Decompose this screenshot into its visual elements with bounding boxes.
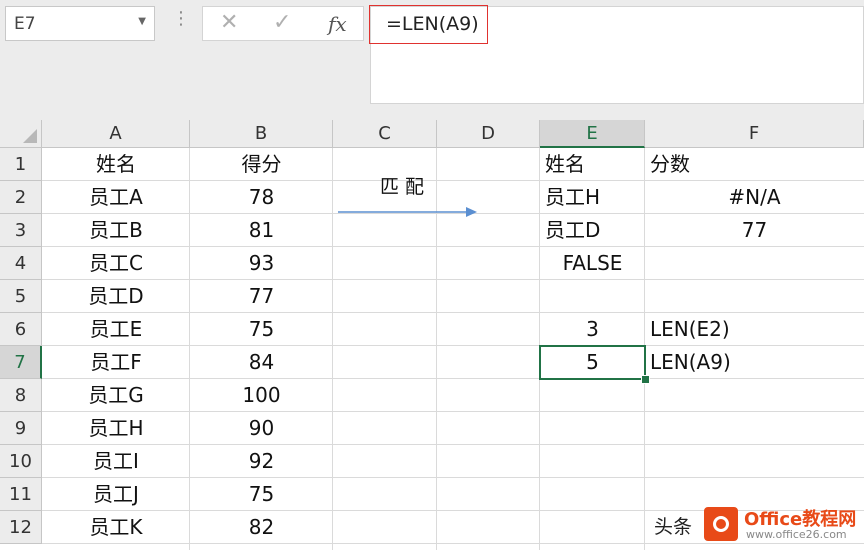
cell-e2[interactable]: 员工H — [540, 181, 645, 214]
formula-bar: E7 ▼ ⋮ ✕ ✓ fx =LEN(A9) — [0, 0, 864, 120]
watermark: 头条 Office教程网 www.office26.com — [650, 503, 864, 547]
cell-b8[interactable]: 100 — [190, 379, 333, 412]
row-header-10[interactable]: 10 — [0, 445, 42, 478]
cell-a8[interactable]: 员工G — [42, 379, 190, 412]
cancel-icon[interactable]: ✕ — [220, 10, 238, 35]
chevron-down-icon[interactable]: ▼ — [138, 16, 146, 27]
column-header-c[interactable]: C — [333, 120, 437, 148]
column-header-f[interactable]: F — [645, 120, 864, 148]
cell-a11[interactable]: 员工J — [42, 478, 190, 511]
row-header-4[interactable]: 4 — [0, 247, 42, 280]
formula-buttons: ✕ ✓ fx — [202, 6, 364, 41]
cell-b12[interactable]: 82 — [190, 511, 333, 544]
row-header-8[interactable]: 8 — [0, 379, 42, 412]
active-cell-border — [539, 345, 646, 380]
cell-e6[interactable]: 3 — [540, 313, 645, 346]
cell-a1[interactable]: 姓名 — [42, 148, 190, 181]
watermark-left-text: 头条 — [654, 516, 693, 538]
cell-b1[interactable]: 得分 — [190, 148, 333, 181]
formula-text: =LEN(A9) — [386, 13, 479, 35]
cell-a4[interactable]: 员工C — [42, 247, 190, 280]
cell-a2[interactable]: 员工A — [42, 181, 190, 214]
column-header-e[interactable]: E — [540, 120, 645, 148]
cell-f6[interactable]: LEN(E2) — [645, 313, 864, 346]
cell-a10[interactable]: 员工I — [42, 445, 190, 478]
enter-icon[interactable]: ✓ — [273, 10, 291, 35]
cell-e3[interactable]: 员工D — [540, 214, 645, 247]
row-header-1[interactable]: 1 — [0, 148, 42, 181]
row-header-12[interactable]: 12 — [0, 511, 42, 544]
watermark-url: www.office26.com — [746, 528, 847, 541]
drag-handle-icon[interactable]: ⋮ — [172, 8, 190, 29]
match-annotation: 匹配 — [380, 176, 431, 198]
cell-b7[interactable]: 84 — [190, 346, 333, 379]
column-header-d[interactable]: D — [437, 120, 540, 148]
cell-b5[interactable]: 77 — [190, 280, 333, 313]
office-logo-icon — [704, 507, 738, 541]
row-header-5[interactable]: 5 — [0, 280, 42, 313]
cell-f2[interactable]: #N/A — [645, 181, 864, 214]
select-all-button[interactable] — [0, 120, 42, 148]
row-header-11[interactable]: 11 — [0, 478, 42, 511]
row-header-2[interactable]: 2 — [0, 181, 42, 214]
fill-handle[interactable] — [641, 375, 650, 384]
cell-b4[interactable]: 93 — [190, 247, 333, 280]
cell-b10[interactable]: 92 — [190, 445, 333, 478]
column-header-a[interactable]: A — [42, 120, 190, 148]
cell-a9[interactable]: 员工H — [42, 412, 190, 445]
column-header-b[interactable]: B — [190, 120, 333, 148]
cell-a12[interactable]: 员工K — [42, 511, 190, 544]
spreadsheet-grid: A B C D E F 1 2 3 4 5 6 7 8 9 10 11 12 姓… — [0, 120, 864, 550]
formula-highlight: =LEN(A9) — [369, 5, 488, 44]
name-box[interactable]: E7 ▼ — [5, 6, 155, 41]
select-all-icon — [23, 129, 37, 143]
cell-b2[interactable]: 78 — [190, 181, 333, 214]
row-header-6[interactable]: 6 — [0, 313, 42, 346]
cell-f1[interactable]: 分数 — [645, 148, 864, 181]
row-header-3[interactable]: 3 — [0, 214, 42, 247]
cell-e1[interactable]: 姓名 — [540, 148, 645, 181]
cell-a3[interactable]: 员工B — [42, 214, 190, 247]
cell-f7[interactable]: LEN(A9) — [645, 346, 864, 379]
cell-a7[interactable]: 员工F — [42, 346, 190, 379]
name-box-value: E7 — [14, 14, 36, 34]
cell-a6[interactable]: 员工E — [42, 313, 190, 346]
cell-b9[interactable]: 90 — [190, 412, 333, 445]
row-header-9[interactable]: 9 — [0, 412, 42, 445]
arrow-right-icon — [338, 207, 477, 217]
cell-b6[interactable]: 75 — [190, 313, 333, 346]
row-header-7[interactable]: 7 — [0, 346, 42, 379]
cell-b11[interactable]: 75 — [190, 478, 333, 511]
cell-f3[interactable]: 77 — [645, 214, 864, 247]
cell-b3[interactable]: 81 — [190, 214, 333, 247]
cell-a5[interactable]: 员工D — [42, 280, 190, 313]
cell-e4[interactable]: FALSE — [540, 247, 645, 280]
insert-function-icon[interactable]: fx — [328, 12, 347, 36]
